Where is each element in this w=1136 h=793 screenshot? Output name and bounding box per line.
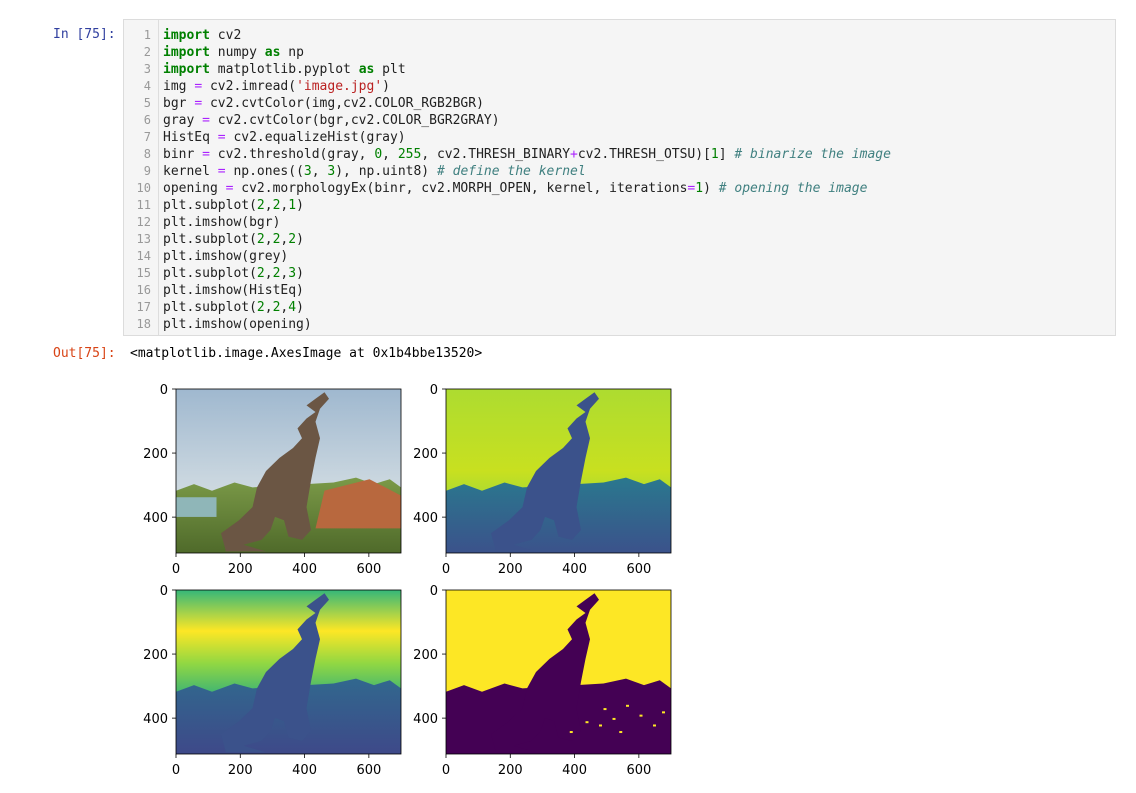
y-tick-label: 200 — [143, 447, 168, 462]
y-tick-label: 200 — [143, 648, 168, 663]
x-tick-label: 0 — [172, 763, 180, 778]
y-tick-label: 200 — [413, 447, 438, 462]
panel-image — [176, 590, 401, 754]
panel-image — [446, 590, 671, 754]
y-tick-label: 0 — [430, 584, 438, 599]
y-tick-label: 400 — [413, 511, 438, 526]
subplot-figure: 0 200 400 600 0 200 400 0 200 400 600 0 200 400 0 200 40… — [143, 383, 672, 778]
opening-binary-panel: 0 200 400 600 0 200 400 — [413, 584, 672, 778]
y-tick-label: 0 — [430, 383, 438, 398]
x-tick-label: 0 — [442, 562, 450, 577]
x-tick-label: 0 — [442, 763, 450, 778]
x-tick-label: 600 — [356, 562, 381, 577]
x-tick-label: 0 — [172, 562, 180, 577]
panel-image — [176, 389, 401, 553]
bgr-image-panel: 0 200 400 600 0 200 400 — [143, 383, 402, 577]
x-tick-label: 200 — [228, 763, 253, 778]
y-tick-label: 0 — [160, 584, 168, 599]
x-tick-label: 400 — [292, 562, 317, 577]
gray-viridis-panel: 0 200 400 600 0 200 400 — [413, 383, 672, 577]
x-tick-label: 200 — [498, 763, 523, 778]
x-tick-label: 600 — [356, 763, 381, 778]
x-tick-label: 600 — [626, 763, 651, 778]
x-tick-label: 600 — [626, 562, 651, 577]
x-tick-label: 400 — [562, 562, 587, 577]
y-tick-label: 400 — [143, 511, 168, 526]
y-tick-label: 400 — [413, 712, 438, 727]
histeq-viridis-panel: 0 200 400 600 0 200 400 — [143, 584, 402, 778]
x-tick-label: 200 — [498, 562, 523, 577]
y-tick-label: 400 — [143, 712, 168, 727]
panel-image — [446, 389, 671, 553]
y-tick-label: 200 — [413, 648, 438, 663]
x-tick-label: 200 — [228, 562, 253, 577]
x-tick-label: 400 — [292, 763, 317, 778]
x-tick-label: 400 — [562, 763, 587, 778]
y-tick-label: 0 — [160, 383, 168, 398]
